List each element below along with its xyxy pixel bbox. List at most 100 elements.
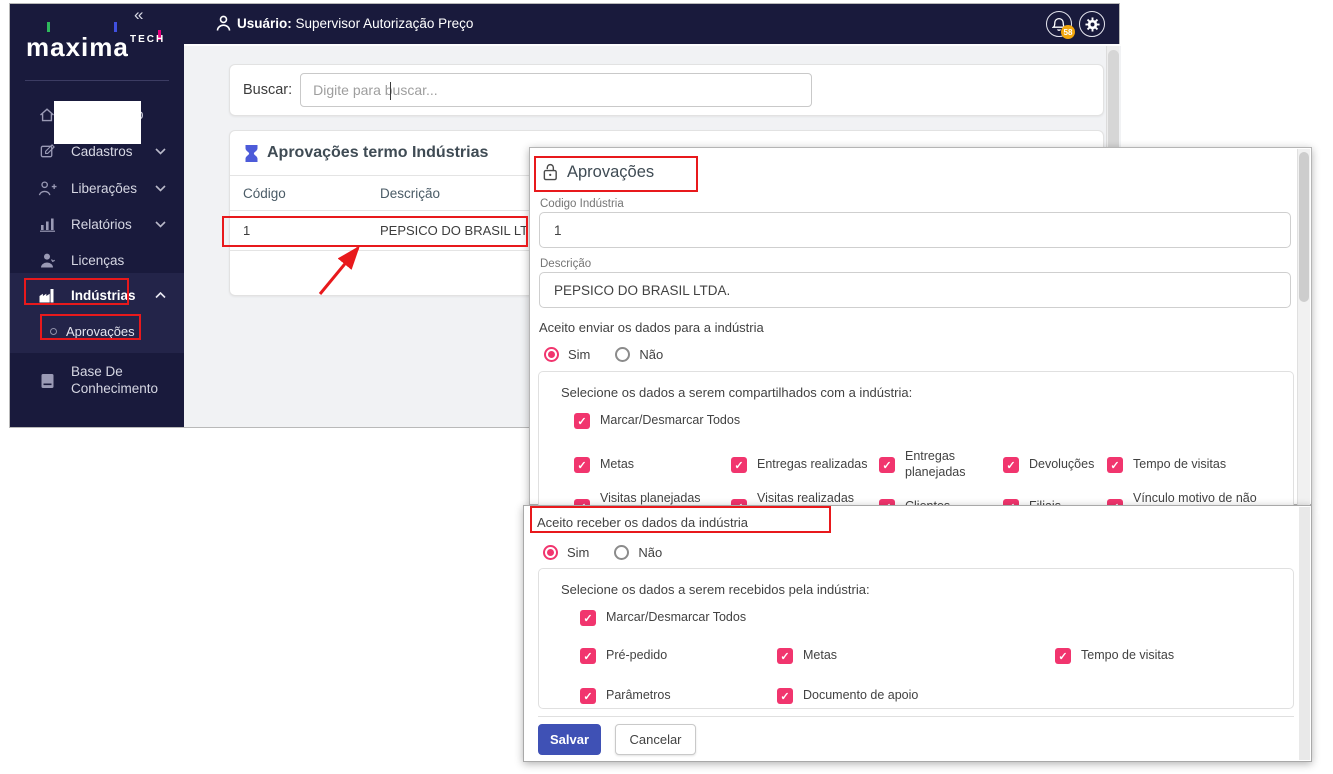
- sidebar-item-relatorios-label: Relatórios: [71, 217, 132, 232]
- checkbox-tempo-visitas[interactable]: ✓Tempo de visitas: [1055, 648, 1279, 664]
- text-caret: [390, 82, 391, 100]
- search-input[interactable]: Digite para buscar...: [300, 73, 812, 107]
- sidebar-item-liberacoes-label: Liberações: [71, 181, 137, 196]
- panel-scrollbar[interactable]: [1299, 507, 1310, 760]
- check-icon[interactable]: ✓: [1107, 457, 1123, 473]
- book-icon: [37, 373, 57, 389]
- cell-codigo: 1: [230, 223, 380, 238]
- sidebar-item-industrias-label: Indústrias: [71, 288, 136, 303]
- radio-sim-label: Sim: [568, 347, 590, 362]
- select-all-checkbox[interactable]: ✓ Marcar/Desmarcar Todos: [574, 413, 1293, 429]
- sidebar-item-licencas-label: Licenças: [71, 253, 124, 268]
- bar-chart-icon: [37, 216, 57, 232]
- edit-icon: [37, 143, 57, 160]
- codigo-industria-input[interactable]: 1: [539, 212, 1291, 248]
- checkbox-entregas-planejadas[interactable]: ✓Entregas planejadas: [879, 449, 1003, 481]
- receive-section-label: Aceito receber os dados da indústria: [537, 515, 748, 530]
- scrollbar-thumb[interactable]: [1108, 50, 1119, 160]
- check-icon[interactable]: ✓: [580, 610, 596, 626]
- user-value: Supervisor Autorização Preço: [296, 16, 474, 31]
- checkbox-documento-apoio[interactable]: ✓Documento de apoio: [777, 688, 1055, 704]
- radio-sim-checked[interactable]: [544, 347, 559, 362]
- send-radio-group: Sim Não: [544, 347, 679, 362]
- chevron-down-icon: [155, 148, 166, 155]
- search-card: Buscar: Digite para buscar...: [229, 64, 1104, 116]
- sidebar: « maxima TECH o Cadastros: [10, 4, 184, 427]
- sidebar-item-base-conhecimento[interactable]: Base De Conhecimento: [10, 359, 184, 403]
- send-box-label: Selecione os dados a serem compartilhado…: [561, 385, 1293, 400]
- chevron-down-icon: [155, 221, 166, 228]
- check-icon[interactable]: ✓: [1003, 457, 1019, 473]
- select-all-label: Marcar/Desmarcar Todos: [606, 610, 746, 626]
- modal-scrollbar[interactable]: [1297, 149, 1310, 505]
- check-icon[interactable]: ✓: [879, 457, 895, 473]
- search-label: Buscar:: [243, 82, 292, 98]
- sidebar-item-cadastros-label: Cadastros: [71, 144, 133, 159]
- checkbox-devolucoes[interactable]: ✓Devoluções: [1003, 449, 1107, 481]
- check-icon[interactable]: ✓: [777, 648, 793, 664]
- logo-brand-text: maxima: [26, 32, 129, 62]
- checkbox-parametros[interactable]: ✓Parâmetros: [580, 688, 777, 704]
- sidebar-item-relatorios[interactable]: Relatórios: [10, 208, 184, 240]
- check-icon[interactable]: ✓: [731, 457, 747, 473]
- field-label-descricao: Descrição: [540, 258, 591, 270]
- check-icon[interactable]: ✓: [777, 688, 793, 704]
- chevron-down-icon: [155, 185, 166, 192]
- circle-bullet-icon: [50, 328, 57, 335]
- radio-sim-label: Sim: [567, 545, 589, 560]
- screenshot-canvas: Usuário: Supervisor Autorização Preço 58: [0, 0, 1333, 774]
- open-lock-icon: [542, 162, 559, 182]
- people-icon: [37, 252, 57, 268]
- sidebar-item-base-label: Base De Conhecimento: [71, 364, 163, 398]
- table-title: Aprovações termo Indústrias: [267, 144, 488, 162]
- checkbox-metas[interactable]: ✓Metas: [777, 648, 1055, 664]
- user-info: Usuário: Supervisor Autorização Preço: [216, 15, 473, 31]
- sidebar-item-industrias[interactable]: Indústrias: [10, 279, 184, 311]
- footer-divider: [538, 716, 1294, 717]
- logo-tick-blue: [114, 22, 117, 32]
- radio-nao[interactable]: [614, 545, 629, 560]
- receive-options-box: Selecione os dados a serem recebidos pel…: [538, 568, 1294, 709]
- cancel-button[interactable]: Cancelar: [615, 724, 696, 755]
- person-icon: [216, 15, 231, 31]
- modal-scrollbar-thumb[interactable]: [1299, 152, 1309, 302]
- app-logo: maxima TECH: [26, 26, 176, 68]
- approvals-modal: Aprovações Codigo Indústria 1 Descrição …: [529, 147, 1312, 505]
- settings-button[interactable]: [1079, 11, 1105, 37]
- sidebar-divider: [25, 80, 169, 81]
- chevron-up-icon: [155, 292, 166, 299]
- notifications-button[interactable]: 58: [1046, 11, 1072, 37]
- checkbox-pre-pedido[interactable]: ✓Pré-pedido: [580, 648, 777, 664]
- col-header-codigo: Código: [230, 186, 380, 201]
- checkbox-entregas-realizadas[interactable]: ✓Entregas realizadas: [731, 449, 879, 481]
- select-all-checkbox[interactable]: ✓ Marcar/Desmarcar Todos: [580, 610, 1293, 626]
- hourglass-icon: [244, 144, 259, 163]
- radio-nao[interactable]: [615, 347, 630, 362]
- radio-nao-label: Não: [638, 545, 662, 560]
- radio-sim-checked[interactable]: [543, 545, 558, 560]
- check-icon[interactable]: ✓: [580, 688, 596, 704]
- sidebar-item-aprovacoes[interactable]: Aprovações: [10, 316, 184, 346]
- radio-nao-label: Não: [639, 347, 663, 362]
- logo-tick-green: [47, 22, 50, 32]
- check-icon[interactable]: ✓: [574, 413, 590, 429]
- save-button[interactable]: Salvar: [538, 724, 601, 755]
- select-all-label: Marcar/Desmarcar Todos: [600, 413, 740, 429]
- gear-icon: [1085, 17, 1100, 32]
- user-label: Usuário:: [237, 16, 292, 31]
- descricao-input[interactable]: PEPSICO DO BRASIL LTDA.: [539, 272, 1291, 308]
- person-add-icon: [37, 180, 57, 196]
- logo-tech-text: TECH: [130, 34, 165, 45]
- field-label-codigo: Codigo Indústria: [540, 198, 624, 210]
- sidebar-item-aprovacoes-label: Aprovações: [66, 324, 135, 339]
- sidebar-collapse-icon[interactable]: «: [134, 5, 143, 25]
- sidebar-item-licencas[interactable]: Licenças: [10, 244, 184, 276]
- redaction-box: [54, 101, 141, 144]
- check-icon[interactable]: ✓: [574, 457, 590, 473]
- descricao-value: PEPSICO DO BRASIL LTDA.: [554, 283, 730, 298]
- checkbox-tempo-visitas[interactable]: ✓Tempo de visitas: [1107, 449, 1279, 481]
- check-icon[interactable]: ✓: [1055, 648, 1071, 664]
- check-icon[interactable]: ✓: [580, 648, 596, 664]
- sidebar-item-liberacoes[interactable]: Liberações: [10, 172, 184, 204]
- checkbox-metas[interactable]: ✓Metas: [574, 449, 731, 481]
